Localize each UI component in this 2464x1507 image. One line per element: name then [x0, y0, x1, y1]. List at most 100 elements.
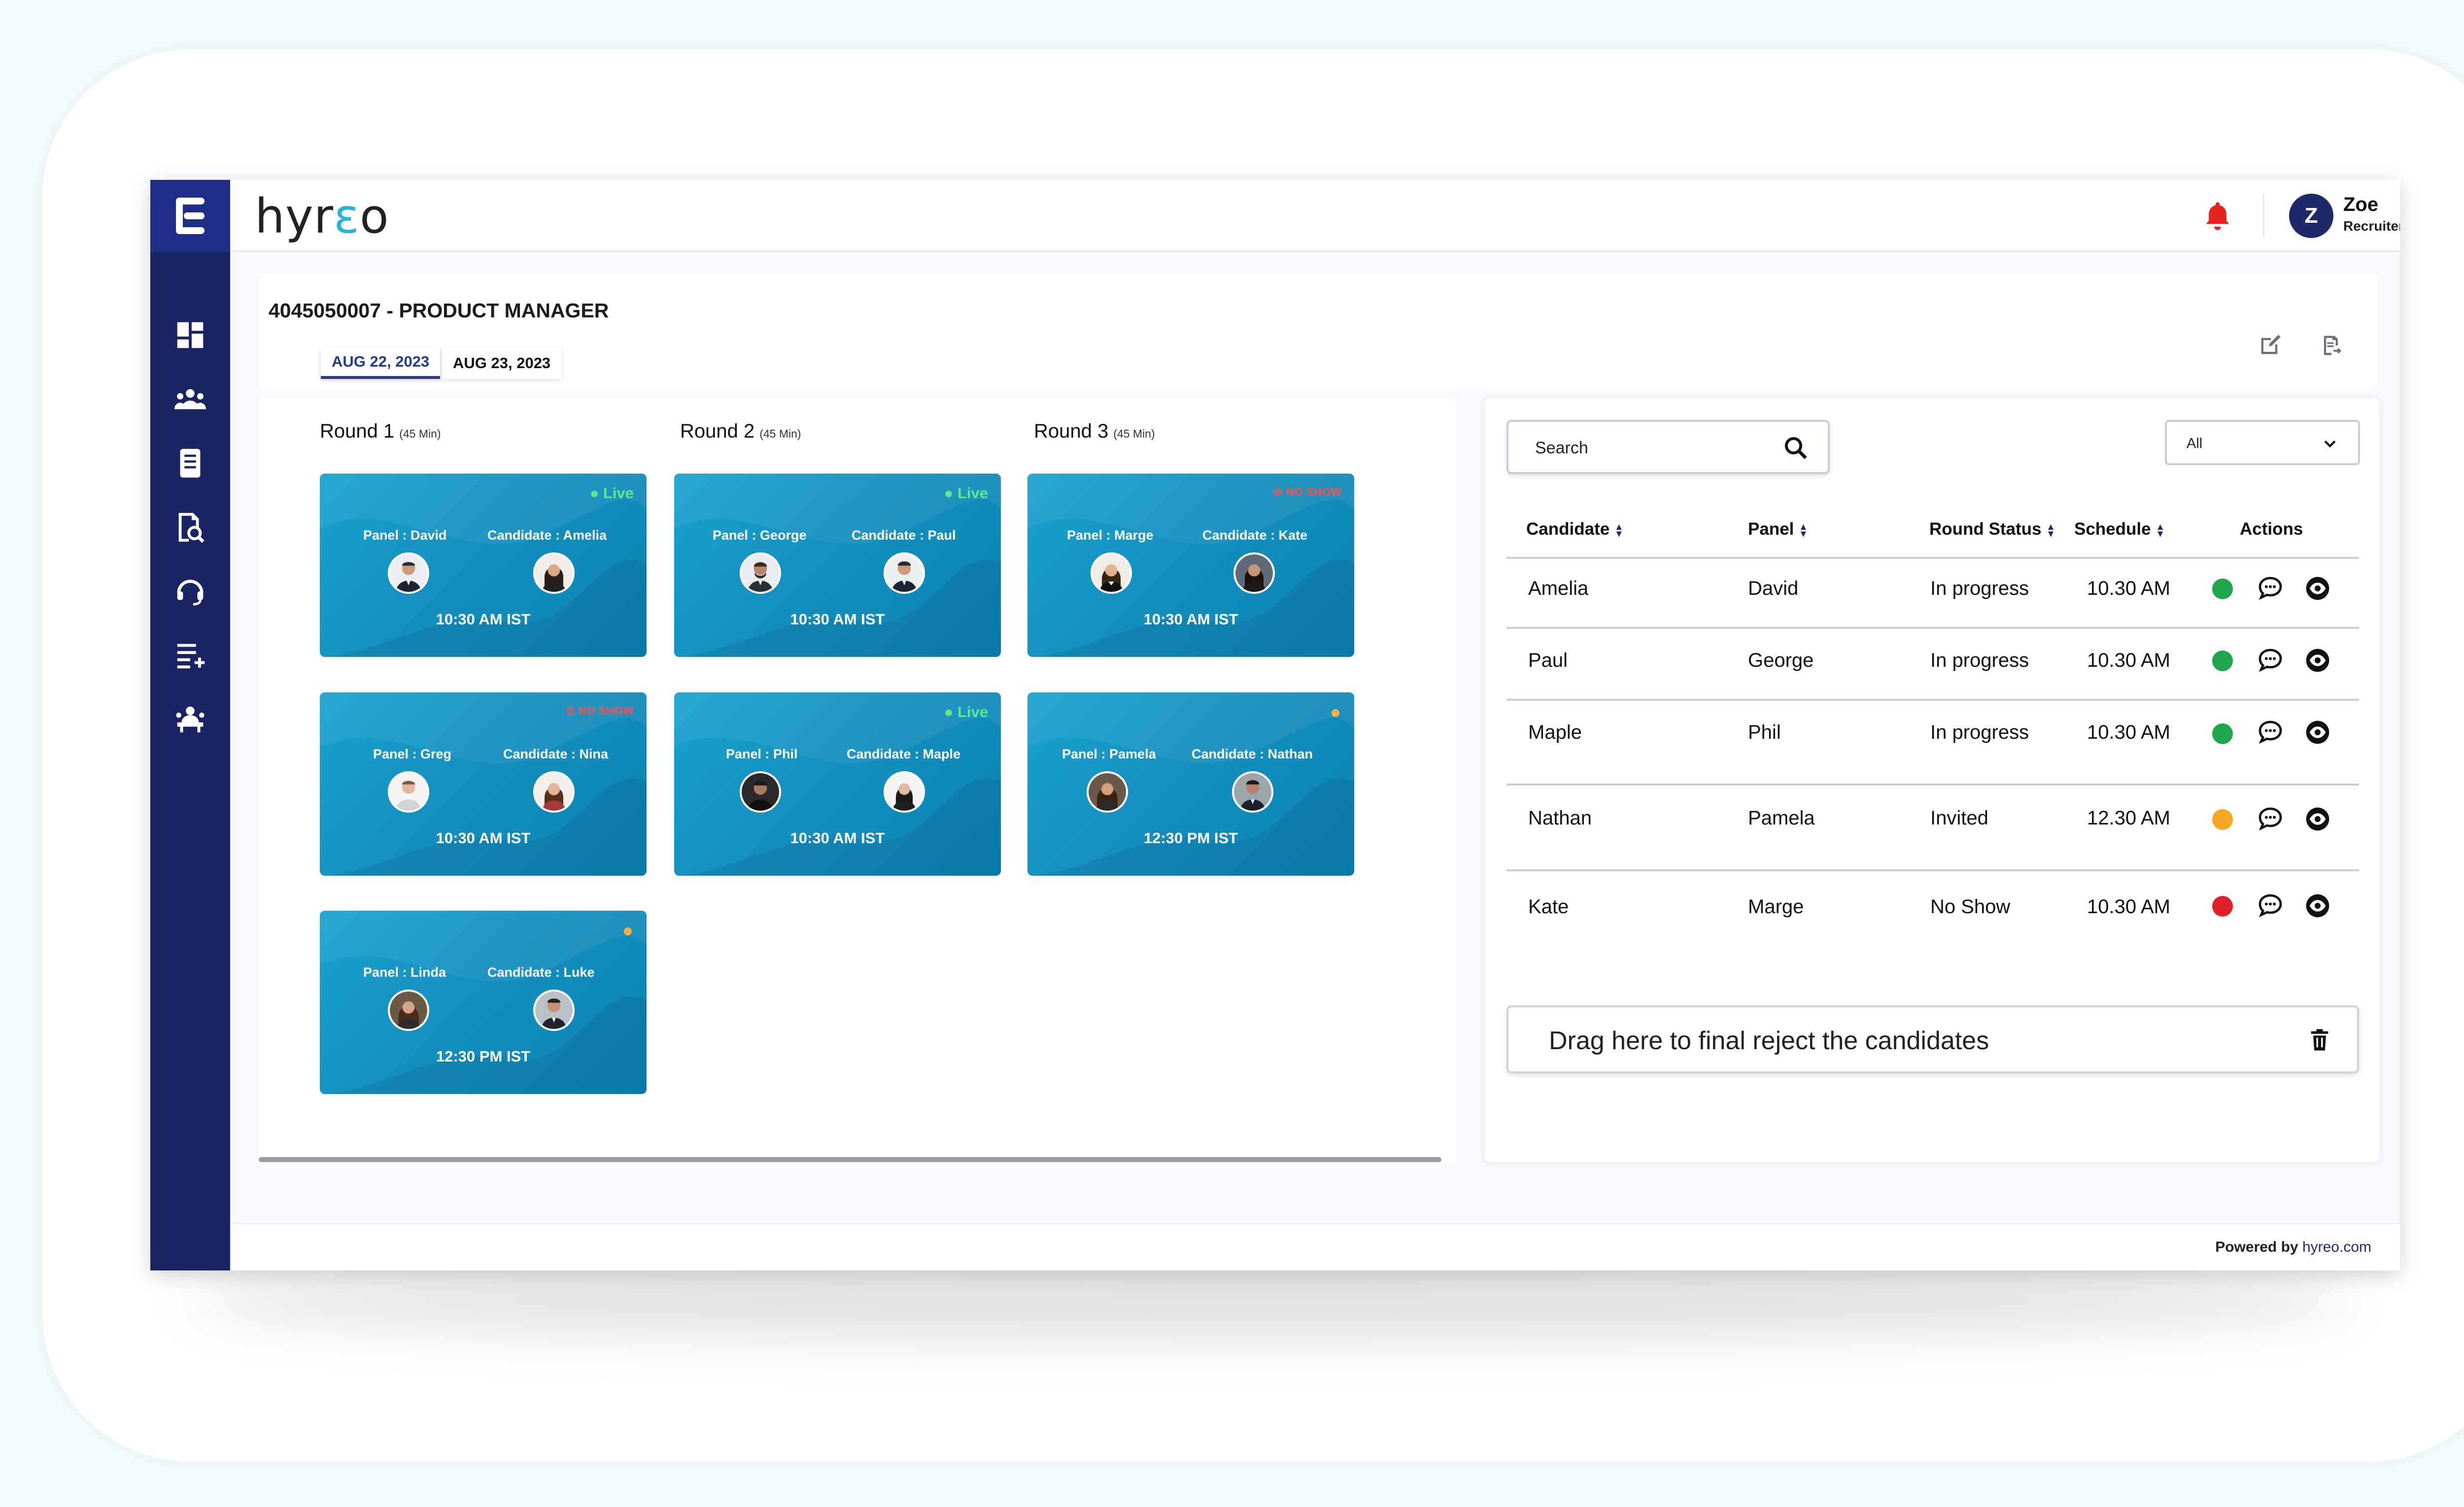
interview-card[interactable]: ⊘ NO SHOW Panel : Marge Candidate : Kate…: [1027, 474, 1354, 657]
powered-by: Powered by hyreo.com: [2215, 1239, 2371, 1255]
row-divider: [1506, 699, 2359, 701]
panel-label: Panel : Pamela: [1062, 747, 1156, 761]
chat-icon[interactable]: [2257, 719, 2284, 746]
panel-label: Panel : Phil: [726, 747, 798, 761]
candidate-avatar: [533, 771, 575, 813]
panel-avatar: [740, 771, 781, 813]
chat-icon[interactable]: [2257, 575, 2284, 602]
sidebar-item-support[interactable]: [150, 569, 230, 614]
panel-avatar: [740, 552, 781, 594]
team-icon: [174, 389, 206, 410]
cell-panel: David: [1748, 578, 1799, 599]
cell-panel: George: [1748, 650, 1814, 671]
candidate-label: Candidate : Maple: [847, 747, 961, 761]
sidebar-item-interviews[interactable]: [150, 697, 230, 742]
candidate-avatar: [533, 990, 575, 1031]
trash-icon[interactable]: [2307, 1027, 2332, 1053]
tab-date-1[interactable]: AUG 22, 2023: [321, 347, 441, 379]
chat-icon[interactable]: [2257, 892, 2284, 920]
candidate-avatar: [533, 552, 575, 594]
card-time: 10:30 AM IST: [436, 611, 531, 628]
column-header-candidate[interactable]: Candidate ▴ ▾: [1526, 519, 1621, 539]
panel-avatar: [1087, 771, 1128, 813]
candidate-avatar: [1233, 552, 1275, 594]
tab-date-2[interactable]: AUG 23, 2023: [442, 347, 562, 379]
sort-icon: ▴ ▾: [1801, 521, 1806, 539]
column-header-actions: Actions: [2240, 519, 2303, 539]
status-dot: [2212, 579, 2233, 599]
interview-card[interactable]: ⊘ NO SHOW Panel : Greg Candidate : Nina …: [320, 692, 647, 876]
notification-bell-icon[interactable]: [2201, 199, 2234, 233]
reject-dropzone[interactable]: Drag here to final reject the candidates: [1506, 1005, 2359, 1073]
live-badge: ● Live: [944, 703, 988, 720]
chat-icon[interactable]: [2257, 647, 2284, 674]
view-icon[interactable]: [2304, 805, 2331, 833]
app-logo[interactable]: [150, 180, 230, 252]
support-icon: [177, 580, 204, 606]
status-filter-select[interactable]: All: [2165, 420, 2360, 465]
panel-avatar: [388, 552, 429, 594]
cell-schedule: 10.30 AM: [2087, 578, 2171, 599]
user-avatar[interactable]: Z: [2289, 194, 2333, 238]
column-header-round-status[interactable]: Round Status ▴ ▾: [1929, 519, 2053, 539]
horizontal-scrollbar[interactable]: [259, 1157, 1441, 1162]
interview-card[interactable]: Panel : Linda Candidate : Luke 12:30 PM …: [320, 911, 647, 1094]
sidebar-item-list-add[interactable]: [150, 633, 230, 678]
sidebar-item-documents[interactable]: [150, 441, 230, 485]
cell-panel: Phil: [1748, 721, 1781, 743]
cell-status: No Show: [1930, 896, 2011, 918]
sidebar-item-dashboard[interactable]: [150, 313, 230, 357]
panel-avatar: [1091, 552, 1132, 594]
interview-card[interactable]: ● Live Panel : Phil Candidate : Maple 10…: [674, 692, 1001, 876]
user-name: Zoe: [2343, 194, 2379, 215]
app-shadow: [187, 1262, 2356, 1340]
view-icon[interactable]: [2304, 892, 2331, 920]
search-placeholder: Search: [1535, 439, 1588, 457]
view-icon[interactable]: [2304, 719, 2331, 746]
candidate-label: Candidate : Luke: [487, 965, 595, 980]
search-icon[interactable]: [1782, 435, 1809, 461]
card-time: 12:30 PM IST: [1143, 829, 1238, 847]
top-bar: hyrεo Z Zoe Recruiter: [230, 180, 2400, 252]
card-time: 10:30 AM IST: [790, 829, 885, 847]
candidate-label: Candidate : Kate: [1202, 528, 1308, 543]
footer-link[interactable]: hyreo.com: [2302, 1239, 2371, 1255]
candidate-label: Candidate : Paul: [852, 528, 956, 543]
cell-candidate: Nathan: [1528, 807, 1592, 829]
cell-status: In progress: [1930, 650, 2029, 671]
candidate-avatar: [884, 552, 925, 594]
rounds-board: Round 1 (45 Min) Round 2 (45 Min) Round 3(…: [259, 398, 1456, 1162]
candidate-label: Candidate : Nina: [503, 747, 609, 761]
export-icon[interactable]: [2319, 333, 2344, 358]
sidebar-item-search-report[interactable]: [150, 505, 230, 549]
sidebar-item-team[interactable]: [150, 377, 230, 421]
job-header: 4045050007 - PRODUCT MANAGER AUG 22, 202…: [259, 274, 2378, 389]
status-dot: [2212, 723, 2233, 744]
view-icon[interactable]: [2304, 575, 2331, 602]
cell-status: In progress: [1930, 578, 2029, 599]
card-time: 12:30 PM IST: [436, 1048, 531, 1065]
chevron-down-icon: [2324, 440, 2336, 448]
sort-icon: ▴ ▾: [2157, 521, 2163, 539]
interview-card[interactable]: Panel : Pamela Candidate : Nathan 12:30 …: [1027, 692, 1354, 876]
pending-dot: [624, 927, 632, 935]
interview-card[interactable]: ● Live Panel : David Candidate : Amelia …: [320, 474, 647, 657]
candidate-avatar: [884, 771, 925, 813]
cell-status: Invited: [1930, 807, 1988, 829]
panel-label: Panel : George: [713, 528, 807, 543]
search-input[interactable]: Search: [1506, 420, 1830, 474]
panel-label: Panel : David: [363, 528, 447, 543]
edit-icon[interactable]: [2257, 333, 2283, 358]
interview-card[interactable]: ● Live Panel : George Candidate : Paul 1…: [674, 474, 1001, 657]
view-icon[interactable]: [2304, 647, 2331, 674]
candidates-panel: Search All Candidate ▴ ▾ Panel ▴ ▾ Round Sta…: [1485, 398, 2379, 1162]
search-report-icon: [178, 513, 205, 543]
topbar-divider: [2263, 195, 2264, 237]
cell-candidate: Kate: [1528, 896, 1569, 918]
column-header-schedule[interactable]: Schedule ▴ ▾: [2074, 519, 2163, 539]
chat-icon[interactable]: [2257, 805, 2284, 833]
footer: Powered by hyreo.com: [230, 1223, 2400, 1270]
column-header-panel[interactable]: Panel ▴ ▾: [1748, 519, 1806, 539]
brand-logo[interactable]: hyrεo: [255, 189, 389, 244]
panel-avatar: [388, 771, 429, 813]
